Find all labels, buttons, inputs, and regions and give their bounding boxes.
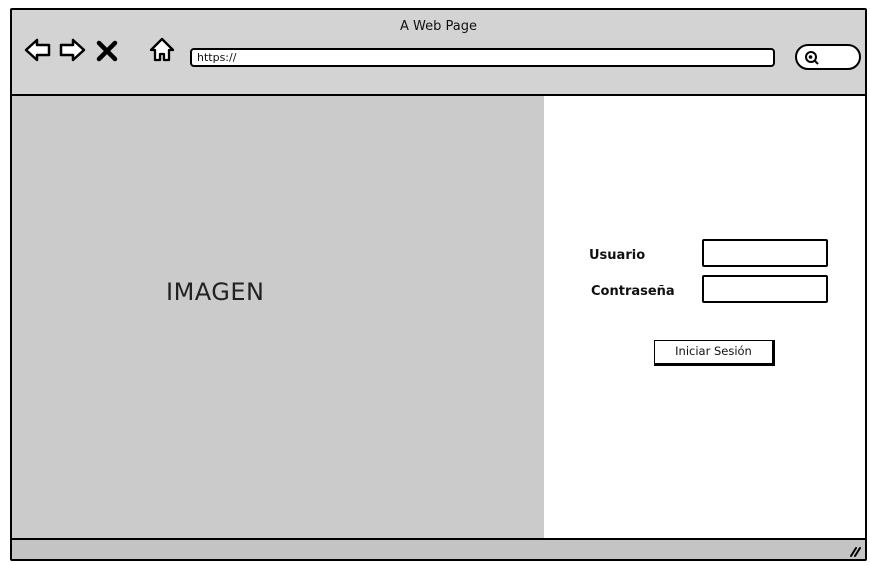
login-button[interactable]: Iniciar Sesión: [654, 340, 775, 366]
page-content: IMAGEN Usuario Contraseña Iniciar Sesión: [12, 96, 865, 538]
browser-titlebar: A Web Page https://: [12, 10, 865, 96]
close-icon[interactable]: [95, 39, 121, 65]
username-label: Usuario: [589, 248, 646, 263]
url-input[interactable]: https://: [190, 48, 775, 67]
back-arrow-icon[interactable]: [24, 37, 51, 63]
search-button[interactable]: [795, 44, 861, 70]
password-label: Contraseña: [591, 284, 675, 299]
password-field[interactable]: [702, 275, 828, 303]
username-field[interactable]: [702, 239, 828, 267]
image-placeholder: IMAGEN: [12, 96, 544, 538]
resize-grip-icon[interactable]: [847, 542, 861, 559]
browser-window: A Web Page https:// IMAGEN Usuario Contr…: [10, 8, 867, 561]
forward-arrow-icon[interactable]: [58, 37, 86, 63]
window-title: A Web Page: [400, 19, 477, 34]
status-bar: [12, 538, 865, 559]
home-icon[interactable]: [148, 37, 175, 63]
image-placeholder-label: IMAGEN: [166, 278, 265, 306]
search-icon: [805, 51, 819, 65]
